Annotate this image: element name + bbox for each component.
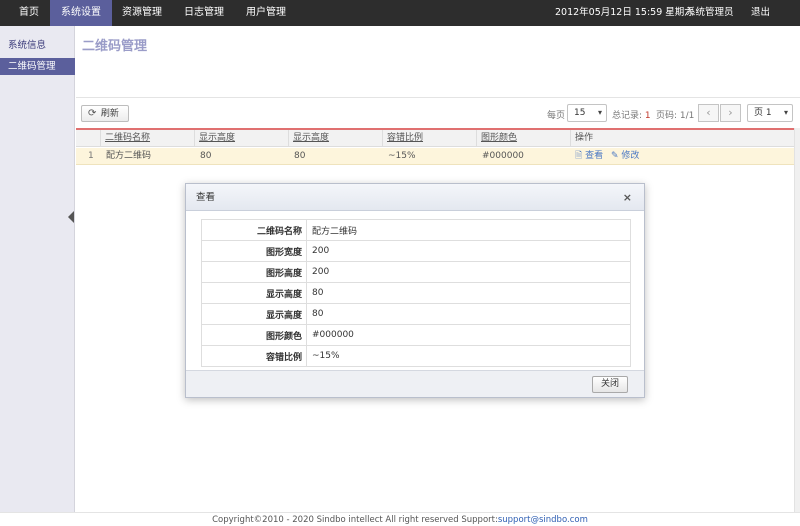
refresh-label: 刷新 xyxy=(100,109,119,119)
header-divider xyxy=(76,97,800,98)
column-header-actions: 操作 xyxy=(570,130,710,147)
chevron-down-icon: ▾ xyxy=(597,108,602,117)
detail-value: ~15% xyxy=(306,345,631,367)
logout-link[interactable]: 退出 xyxy=(751,0,770,26)
page-footer: Copyright©2010 - 2020 Sindbo intellect A… xyxy=(0,512,800,526)
column-header-name[interactable]: 二维码名称 xyxy=(100,130,194,147)
cell-error-ratio: ~15% xyxy=(388,151,416,161)
chevron-right-icon: › xyxy=(728,106,733,119)
per-page-select[interactable]: 15 ▾ xyxy=(567,104,607,122)
page-value: 1/1 xyxy=(679,111,695,121)
page-select[interactable]: 页 1 ▾ xyxy=(747,104,793,122)
document-icon: 🗎 xyxy=(575,151,583,161)
sidebar-collapse-icon[interactable] xyxy=(68,211,74,223)
top-navigation-bar: 首页 系统设置 资源管理 日志管理 用户管理 2012年05月12日 15:59… xyxy=(0,0,800,26)
detail-value: 配方二维码 xyxy=(306,219,631,241)
detail-row: 图形宽度 200 xyxy=(201,240,631,262)
view-label: 查看 xyxy=(585,151,604,161)
detail-value: 80 xyxy=(306,282,631,304)
copyright-text: Copyright©2010 - 2020 Sindbo intellect A… xyxy=(212,515,498,525)
total-label: 总记录: xyxy=(612,111,643,121)
chevron-left-icon: ‹ xyxy=(706,106,711,119)
chevron-down-icon: ▾ xyxy=(783,108,788,117)
per-page-label: 每页 xyxy=(547,111,566,121)
page-label: 页码: xyxy=(656,111,678,121)
edit-action[interactable]: ✎ 修改 xyxy=(611,148,639,165)
view-dialog: 查看 × 二维码名称 配方二维码 图形宽度 200 图形高度 200 显示高度 … xyxy=(185,183,645,398)
detail-row: 图形颜色 #000000 xyxy=(201,324,631,346)
support-email-link[interactable]: support@sindbo.com xyxy=(498,515,588,525)
total-value: 1 xyxy=(644,111,651,121)
detail-key: 显示高度 xyxy=(201,282,307,304)
nav-item-user-management[interactable]: 用户管理 xyxy=(236,0,296,26)
detail-row: 显示高度 80 xyxy=(201,282,631,304)
detail-key: 图形颜色 xyxy=(201,324,307,346)
detail-row: 显示高度 80 xyxy=(201,303,631,325)
page-indicator: 页码: 1/1 xyxy=(656,108,694,121)
sidebar-item-system-info[interactable]: 系统信息 xyxy=(0,37,75,54)
table-row[interactable]: 1 配方二维码 80 80 ~15% #000000 🗎 查看 ✎ 修改 xyxy=(76,148,794,165)
nav-item-resource-management[interactable]: 资源管理 xyxy=(112,0,172,26)
cell-display-height: 80 xyxy=(200,151,212,161)
nav-item-log-management[interactable]: 日志管理 xyxy=(174,0,234,26)
column-header-display-height[interactable]: 显示高度 xyxy=(194,130,288,147)
close-button[interactable]: 关闭 xyxy=(592,376,628,393)
prev-page-button[interactable]: ‹ xyxy=(698,104,719,122)
datetime-display: 2012年05月12日 15:59 星期六 xyxy=(555,7,694,18)
detail-key: 二维码名称 xyxy=(201,219,307,241)
row-number: 1 xyxy=(88,151,94,161)
detail-row: 图形高度 200 xyxy=(201,261,631,283)
detail-key: 容错比例 xyxy=(201,345,307,367)
detail-key: 图形宽度 xyxy=(201,240,307,262)
detail-key: 显示高度 xyxy=(201,303,307,325)
page-title: 二维码管理 xyxy=(82,39,148,54)
refresh-button[interactable]: ⟳ 刷新 xyxy=(81,105,129,122)
nav-item-system-settings[interactable]: 系统设置 xyxy=(50,0,112,26)
nav-item-home[interactable]: 首页 xyxy=(8,0,50,26)
cell-color: #000000 xyxy=(482,151,524,161)
vertical-scrollbar[interactable] xyxy=(794,128,800,512)
sidebar: 系统信息 二维码管理 xyxy=(0,26,75,512)
view-action[interactable]: 🗎 查看 xyxy=(575,148,603,165)
column-header-error-ratio[interactable]: 容错比例 xyxy=(382,130,476,147)
close-icon[interactable]: × xyxy=(623,184,632,211)
detail-value: 200 xyxy=(306,261,631,283)
total-records: 总记录: 1 xyxy=(612,108,651,121)
next-page-button[interactable]: › xyxy=(720,104,741,122)
dialog-header: 查看 × xyxy=(186,184,644,211)
per-page-value: 15 xyxy=(574,108,586,118)
detail-value: 80 xyxy=(306,303,631,325)
detail-value: #000000 xyxy=(306,324,631,346)
cell-display-height-2: 80 xyxy=(294,151,306,161)
cell-name: 配方二维码 xyxy=(106,151,152,161)
column-header-display-height-2[interactable]: 显示高度 xyxy=(288,130,382,147)
page-select-value: 页 1 xyxy=(754,108,772,118)
detail-row: 容错比例 ~15% xyxy=(201,345,631,367)
dialog-footer: 关闭 xyxy=(186,370,644,397)
sidebar-item-qrcode-management[interactable]: 二维码管理 xyxy=(0,58,75,75)
detail-table: 二维码名称 配方二维码 图形宽度 200 图形高度 200 显示高度 80 显示… xyxy=(201,219,631,367)
edit-icon: ✎ xyxy=(611,151,619,161)
table-header: 二维码名称 显示高度 显示高度 容错比例 图形颜色 操作 xyxy=(76,130,794,147)
current-user[interactable]: 系统管理员 xyxy=(686,0,734,26)
dialog-title: 查看 xyxy=(196,192,216,203)
detail-key: 图形高度 xyxy=(201,261,307,283)
edit-label: 修改 xyxy=(621,151,640,161)
refresh-icon: ⟳ xyxy=(88,108,97,119)
detail-row: 二维码名称 配方二维码 xyxy=(201,219,631,241)
detail-value: 200 xyxy=(306,240,631,262)
column-header-color[interactable]: 图形颜色 xyxy=(476,130,570,147)
